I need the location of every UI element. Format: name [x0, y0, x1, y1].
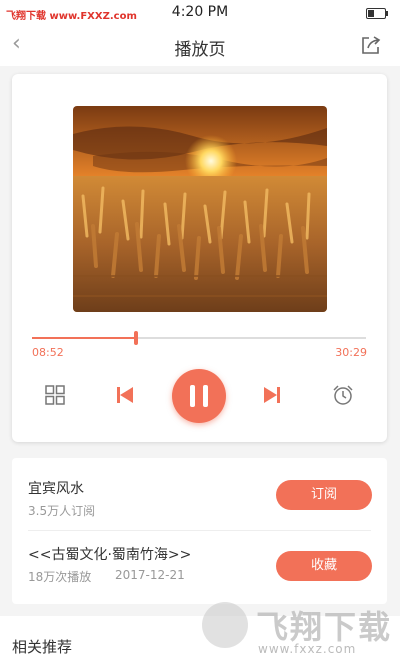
- playlist-icon[interactable]: [45, 385, 65, 405]
- album-cover: [73, 106, 327, 312]
- episode-title[interactable]: <<古蜀文化·蜀南竹海>>: [28, 544, 191, 564]
- watermark-url: www.fxxz.com: [258, 642, 357, 656]
- progress-fill: [32, 337, 136, 339]
- progress-handle[interactable]: [133, 331, 138, 345]
- navigation-bar: ‹ 播放页: [0, 26, 400, 66]
- pause-button[interactable]: [172, 369, 226, 423]
- total-time: 30:29: [335, 346, 367, 359]
- collect-button[interactable]: 收藏: [276, 551, 372, 581]
- share-icon[interactable]: [360, 34, 382, 56]
- info-card: 宜宾风水 3.5万人订阅 订阅 <<古蜀文化·蜀南竹海>> 18万次播放 201…: [12, 458, 387, 604]
- watermark-icon: [202, 602, 248, 648]
- play-count: 18万次播放: [28, 570, 92, 584]
- pause-icon: [190, 385, 195, 407]
- status-time: 4:20 PM: [171, 4, 229, 20]
- subscriber-count: 3.5万人订阅: [28, 504, 96, 518]
- status-bar: 飞翔下载 www.FXXZ.com 4:20 PM: [0, 0, 400, 26]
- divider: [28, 530, 371, 531]
- previous-icon[interactable]: [115, 385, 135, 405]
- progress-slider[interactable]: [32, 331, 366, 345]
- album-title: 宜宾风水: [28, 481, 84, 497]
- page-title: 播放页: [174, 40, 226, 60]
- alarm-clock-icon[interactable]: [332, 384, 354, 406]
- battery-icon: [366, 8, 388, 19]
- current-time: 08:52: [32, 346, 64, 359]
- episode-date: 2017-12-21: [115, 568, 185, 582]
- watermark-logo: 飞翔下载 www.fxxz.com: [198, 598, 394, 660]
- player-card: 08:52 30:29: [12, 74, 387, 442]
- related-title: 相关推荐: [12, 638, 73, 656]
- next-icon[interactable]: [262, 385, 282, 405]
- subscribe-button[interactable]: 订阅: [276, 480, 372, 510]
